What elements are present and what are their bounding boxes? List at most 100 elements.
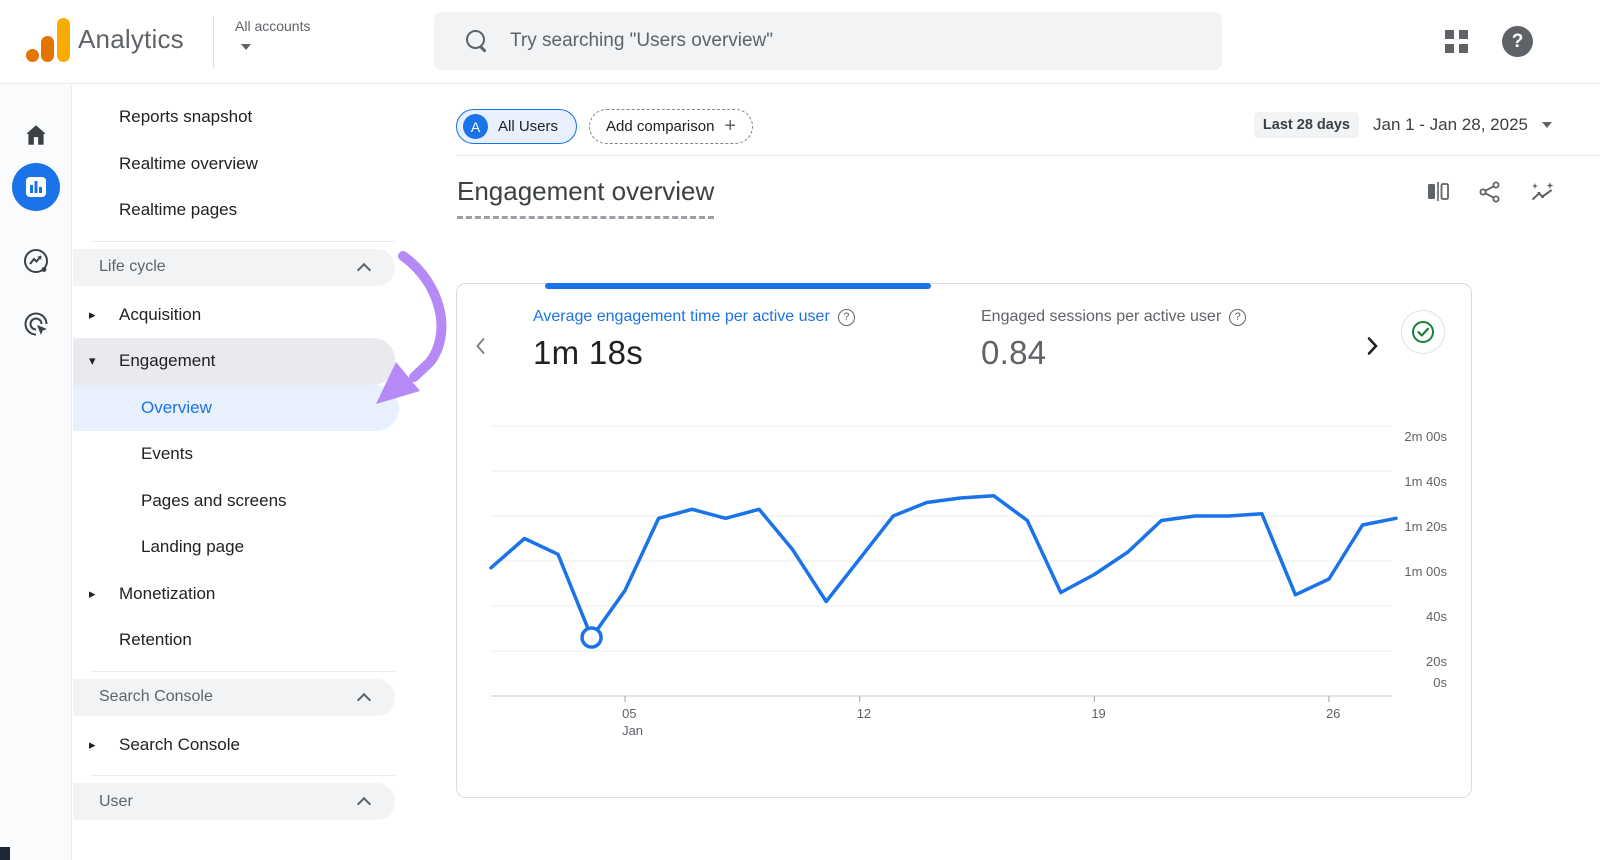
sidebar-item-label: Acquisition: [119, 305, 201, 325]
explore-icon: [22, 247, 50, 275]
collapse-triangle-icon: ▾: [89, 353, 109, 369]
sidebar-item-label: Reports snapshot: [119, 107, 252, 127]
add-comparison-chip[interactable]: Add comparison +: [589, 109, 753, 144]
sidebar-section-life-cycle[interactable]: Life cycle: [73, 249, 395, 286]
comparison-panel-button[interactable]: [1426, 180, 1450, 204]
primary-nav-rail: [0, 85, 72, 860]
sidebar-item-events[interactable]: Events: [73, 431, 433, 478]
sidebar-item-label: Engagement: [119, 351, 215, 371]
svg-text:26: 26: [1326, 706, 1340, 721]
main-content: A All Users Add comparison + Last 28 day…: [456, 84, 1600, 860]
sidebar-item-label: Overview: [141, 398, 212, 418]
sidebar-item-label: Monetization: [119, 584, 215, 604]
engagement-line-chart: 2m 00s1m 40s1m 20s1m 00s40s20s0s05Jan121…: [457, 401, 1473, 746]
svg-text:Jan: Jan: [622, 723, 643, 738]
section-header-label: User: [99, 793, 133, 811]
analytics-logo-icon: [25, 16, 71, 64]
sidebar-item-retention[interactable]: Retention: [73, 617, 433, 664]
add-comparison-label: Add comparison: [606, 118, 714, 135]
account-selector[interactable]: All accounts: [235, 18, 310, 36]
advertising-nav-button[interactable]: [12, 300, 60, 348]
svg-text:2m 00s: 2m 00s: [1404, 429, 1447, 444]
screen-edge-artifact: [0, 847, 10, 860]
metric-avg-engagement-time: Average engagement time per active user …: [533, 308, 855, 372]
help-tooltip-icon[interactable]: ?: [838, 309, 855, 326]
sidebar-divider: [91, 241, 395, 242]
metric-label-link[interactable]: Engaged sessions per active user: [981, 308, 1221, 326]
help-tooltip-icon[interactable]: ?: [1229, 309, 1246, 326]
svg-text:12: 12: [857, 706, 871, 721]
report-toolbar: [1426, 180, 1554, 204]
sidebar-item-search-console[interactable]: ▸ Search Console: [73, 722, 433, 769]
google-apps-grid-icon[interactable]: [1445, 30, 1468, 53]
metric-label-link[interactable]: Average engagement time per active user: [533, 308, 830, 326]
search-bar[interactable]: [434, 12, 1222, 70]
selected-metric-tab-indicator: [545, 283, 931, 289]
next-metrics-button[interactable]: [1360, 334, 1384, 358]
share-button[interactable]: [1478, 180, 1502, 204]
metric-engaged-sessions: Engaged sessions per active user ? 0.84: [981, 308, 1246, 372]
explore-nav-button[interactable]: [12, 237, 60, 285]
insights-button[interactable]: [1530, 180, 1554, 204]
sidebar-item-label: Search Console: [119, 735, 240, 755]
sidebar-item-acquisition[interactable]: ▸ Acquisition: [73, 292, 433, 339]
advertising-icon: [22, 310, 50, 338]
sidebar-item-label: Realtime overview: [119, 154, 258, 174]
svg-text:05: 05: [622, 706, 636, 721]
content-divider: [456, 155, 1600, 156]
svg-text:0s: 0s: [1433, 675, 1447, 690]
data-quality-button[interactable]: [1401, 310, 1445, 354]
all-users-chip-label: All Users: [498, 118, 558, 135]
sidebar-item-reports-snapshot[interactable]: Reports snapshot: [73, 94, 433, 141]
sidebar-item-realtime-overview[interactable]: Realtime overview: [73, 141, 433, 188]
svg-text:40s: 40s: [1426, 609, 1447, 624]
expand-triangle-icon: ▸: [89, 737, 109, 753]
svg-text:1m 20s: 1m 20s: [1404, 519, 1447, 534]
chevron-up-icon: [357, 692, 371, 706]
sidebar-item-overview[interactable]: Overview: [73, 385, 399, 432]
previous-metrics-button[interactable]: [469, 334, 493, 358]
reports-nav-button[interactable]: [12, 163, 60, 211]
sidebar-item-pages-and-screens[interactable]: Pages and screens: [73, 478, 433, 525]
date-range-picker[interactable]: Last 28 days Jan 1 - Jan 28, 2025: [1254, 112, 1552, 138]
search-icon: [466, 30, 488, 52]
sidebar-item-label: Realtime pages: [119, 200, 237, 220]
sidebar-divider: [91, 775, 395, 776]
header-divider: [213, 16, 214, 68]
brand-name: Analytics: [78, 24, 184, 55]
sidebar-item-label: Pages and screens: [141, 491, 287, 511]
sidebar-item-monetization[interactable]: ▸ Monetization: [73, 571, 433, 618]
sidebar-item-landing-page[interactable]: Landing page: [73, 524, 433, 571]
home-nav-button[interactable]: [12, 111, 60, 159]
section-header-label: Search Console: [99, 688, 213, 706]
help-icon[interactable]: ?: [1502, 26, 1533, 57]
reports-sidebar: Reports snapshot Realtime overview Realt…: [73, 84, 433, 860]
page-title: Engagement overview: [457, 176, 714, 219]
caret-down-icon: [1542, 122, 1552, 128]
chevron-up-icon: [357, 797, 371, 811]
date-range-text: Jan 1 - Jan 28, 2025: [1373, 115, 1528, 135]
engagement-overview-card: Average engagement time per active user …: [456, 283, 1472, 798]
sidebar-item-realtime-pages[interactable]: Realtime pages: [73, 187, 433, 234]
expand-triangle-icon: ▸: [89, 307, 109, 323]
caret-down-icon: [241, 44, 251, 50]
home-icon: [23, 122, 49, 148]
svg-text:20s: 20s: [1426, 654, 1447, 669]
sidebar-item-label: Events: [141, 444, 193, 464]
data-quality-check-icon: [1408, 317, 1438, 347]
all-users-chip[interactable]: A All Users: [456, 109, 577, 144]
account-selector-label: All accounts: [235, 18, 310, 34]
sidebar-section-user[interactable]: User: [73, 783, 395, 820]
svg-text:19: 19: [1091, 706, 1105, 721]
chevron-up-icon: [357, 262, 371, 276]
search-input[interactable]: [510, 30, 1150, 52]
expand-triangle-icon: ▸: [89, 586, 109, 602]
metric-value: 1m 18s: [533, 334, 855, 372]
svg-text:1m 00s: 1m 00s: [1404, 564, 1447, 579]
sidebar-divider: [91, 671, 395, 672]
metric-value: 0.84: [981, 334, 1246, 372]
date-range-preset-badge: Last 28 days: [1254, 112, 1359, 138]
sidebar-section-search-console[interactable]: Search Console: [73, 679, 395, 716]
sidebar-item-label: Landing page: [141, 537, 244, 557]
sidebar-item-engagement[interactable]: ▾ Engagement: [73, 338, 395, 385]
